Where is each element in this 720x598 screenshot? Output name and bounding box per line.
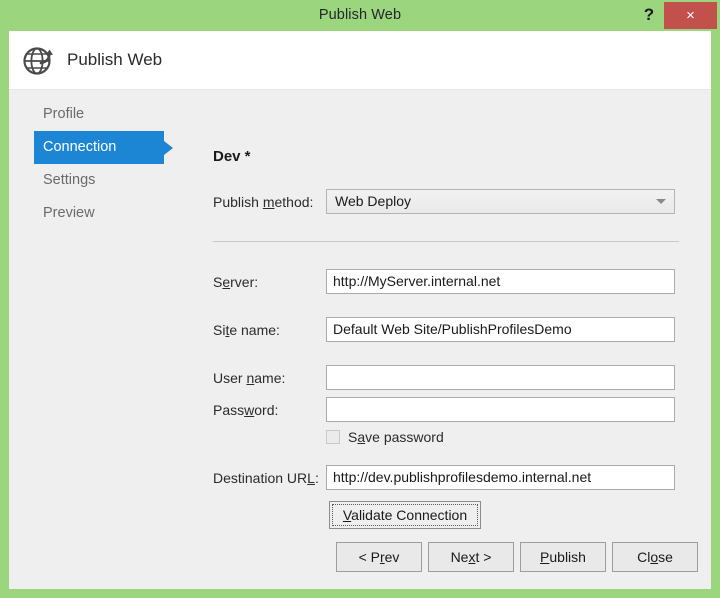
globe-publish-icon <box>21 41 59 79</box>
destination-url-value: http://dev.publishprofilesdemo.internal.… <box>333 469 592 485</box>
destination-url-input[interactable]: http://dev.publishprofilesdemo.internal.… <box>326 465 675 490</box>
destination-url-label: Destination URL: <box>213 470 319 486</box>
sidebar-item-profile[interactable]: Profile <box>34 98 164 131</box>
user-name-label: User name: <box>213 370 286 386</box>
site-name-value: Default Web Site/PublishProfilesDemo <box>333 321 572 337</box>
publish-button[interactable]: Publish <box>520 542 606 572</box>
password-label: Password: <box>213 402 279 418</box>
publish-method-dropdown[interactable]: Web Deploy <box>326 189 675 214</box>
sidebar-item-label: Preview <box>43 205 95 221</box>
help-button[interactable]: ? <box>636 0 662 31</box>
dialog-header: Publish Web <box>9 31 711 90</box>
site-name-input[interactable]: Default Web Site/PublishProfilesDemo <box>326 317 675 342</box>
connection-panel: Dev * Publish method: Web Deploy Server:… <box>194 90 711 589</box>
section-divider <box>213 241 679 242</box>
password-input[interactable] <box>326 397 675 422</box>
server-value: http://MyServer.internal.net <box>333 273 501 289</box>
validate-connection-label: Validate Connection <box>332 504 478 526</box>
sidebar-item-label: Profile <box>43 106 85 122</box>
save-password-label: Save password <box>348 429 444 445</box>
publish-method-label: Publish method: <box>213 194 314 210</box>
sidebar-item-label: Settings <box>43 172 96 188</box>
checkbox-box-icon <box>326 430 340 444</box>
user-name-input[interactable] <box>326 365 675 390</box>
chevron-down-icon <box>656 199 666 204</box>
window-title: Publish Web <box>318 7 402 23</box>
publish-method-value: Web Deploy <box>335 193 412 209</box>
publish-web-dialog: Publish Web ? × Publish Web Profile Conn… <box>0 0 720 598</box>
sidebar-item-label: Connection <box>43 139 117 155</box>
sidebar-item-settings[interactable]: Settings <box>34 164 164 197</box>
header-title: Publish Web <box>67 50 163 69</box>
validate-connection-button[interactable]: Validate Connection <box>329 501 481 529</box>
title-bar[interactable]: Publish Web ? × <box>0 0 720 31</box>
close-button[interactable]: Close <box>612 542 698 572</box>
sidebar-item-connection[interactable]: Connection <box>34 131 173 164</box>
site-name-label: Site name: <box>213 322 280 338</box>
close-icon[interactable]: × <box>664 2 717 29</box>
sidebar-item-preview[interactable]: Preview <box>34 197 164 230</box>
server-label: Server: <box>213 274 259 290</box>
sidebar-nav: Profile Connection Settings Preview <box>9 90 194 589</box>
page-title: Dev * <box>213 148 251 165</box>
server-input[interactable]: http://MyServer.internal.net <box>326 269 675 294</box>
next-button[interactable]: Next > <box>428 542 514 572</box>
prev-button[interactable]: < Prev <box>336 542 422 572</box>
dialog-client-area: Publish Web Profile Connection Settings … <box>9 31 711 589</box>
dialog-footer: < Prev Next > Publish Close <box>9 527 711 589</box>
